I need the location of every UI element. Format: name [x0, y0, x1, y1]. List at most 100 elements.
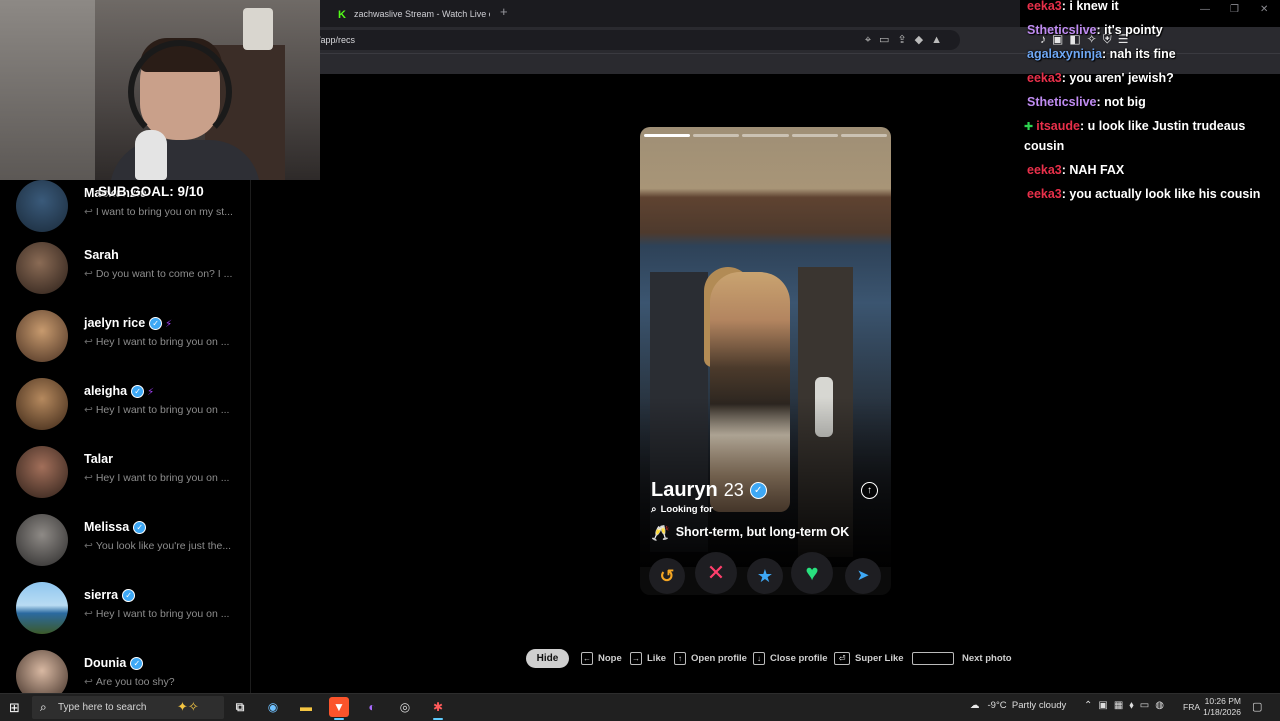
right-arrow-key-icon: →	[630, 651, 642, 665]
looking-for-label-text: Looking for	[660, 504, 713, 515]
chat-message: Stheticslive: not big	[1027, 93, 1146, 112]
address-bar-icons[interactable]: ⌖▭⇪◆▲	[865, 30, 950, 50]
profile-age: 23	[723, 480, 744, 500]
match-item[interactable]: Talar ↩ Hey I want to bring you on ...	[16, 446, 246, 514]
shortcut-close-profile-label: Close profile	[770, 653, 828, 664]
nope-button[interactable]: ✕	[695, 552, 737, 594]
app-icon[interactable]: ✱	[428, 697, 448, 720]
match-name-text: Dounia	[84, 656, 127, 670]
match-message: ↩ Hey I want to bring you on ...	[84, 472, 244, 484]
weather-cloud-icon: ☁	[970, 700, 980, 711]
browser-tab[interactable]: Kzachwaslive Stream - Watch Live on K	[332, 4, 490, 24]
match-name: sierra ✓	[84, 588, 136, 603]
photo-progress-segment[interactable]	[693, 134, 740, 137]
match-message-text: Hey I want to bring you on ...	[95, 404, 230, 416]
minimize-icon[interactable]: —	[1200, 4, 1210, 15]
headset-icon	[128, 40, 232, 144]
match-item[interactable]: Sarah ↩ Do you want to come on? I ...	[16, 242, 246, 310]
obs-icon[interactable]: ◎	[395, 697, 415, 717]
space-key-icon	[912, 651, 954, 665]
new-tab-button[interactable]: +	[500, 4, 508, 19]
photo-progress-segment[interactable]	[791, 134, 838, 137]
chat-message: eeka3: i knew it	[1027, 0, 1119, 16]
reply-icon: ↩	[84, 268, 93, 280]
language-indicator[interactable]: FRA	[1183, 702, 1200, 712]
match-item[interactable]: sierra ✓ ↩ Hey I want to bring you on ...	[16, 582, 246, 650]
enter-key-icon: ⏎	[834, 651, 850, 665]
super-like-button[interactable]: ★	[747, 558, 783, 594]
match-message: ↩ Are you too shy?	[84, 676, 244, 688]
search-icon: ⌕	[40, 700, 47, 714]
profile-card[interactable]: Lauryn 23 ✓ ↑ ⌕ Looking for 🥂 Short-term, bu…	[640, 127, 891, 595]
weather-temp: -9°C	[987, 700, 1007, 711]
taskbar: ⊞ ⌕ Type here to search ✦✧ ⧉ ◉ ▬ ▼ ◐ ◎ ✱…	[0, 693, 1280, 721]
brave-browser-icon[interactable]: ▼	[329, 697, 349, 720]
verified-icon: ✓	[130, 657, 144, 671]
avatar	[16, 310, 68, 362]
chat-text: : not big	[1096, 95, 1146, 109]
chat-text: : you actually look like his cousin	[1061, 187, 1261, 201]
chat-message: Stheticslive: it's pointy	[1027, 21, 1163, 40]
maximize-icon[interactable]: ❐	[1230, 4, 1239, 15]
boost-button[interactable]: ➤	[845, 558, 881, 594]
match-message: ↩ I want to bring you on my st...	[84, 206, 244, 218]
match-message: ↩ Hey I want to bring you on ...	[84, 404, 244, 416]
system-tray-icons[interactable]: ⌃▣▦⬧▭◍	[1084, 700, 1170, 711]
match-message: ↩ Hey I want to bring you on ...	[84, 336, 244, 348]
clock-date: 1/18/2026	[1203, 707, 1241, 717]
reply-icon: ↩	[84, 608, 93, 620]
rewind-button[interactable]: ↺	[649, 558, 685, 594]
match-item[interactable]: aleigha ✓ ⚡ ↩ Hey I want to bring you on ..…	[16, 378, 246, 446]
microphone-icon	[135, 130, 167, 180]
shortcut-next-photo: Next photo	[912, 649, 1012, 668]
hide-shortcuts-button[interactable]: Hide	[526, 649, 569, 668]
notification-icon[interactable]: ▢	[1252, 700, 1262, 713]
search-placeholder: Type here to search	[58, 702, 147, 713]
chat-text: : nah its fine	[1102, 47, 1176, 61]
boost-icon: ⚡	[147, 387, 155, 398]
match-item[interactable]: jaelyn rice ✓ ⚡ ↩ Hey I want to bring you o…	[16, 310, 246, 378]
chat-message: ✚ itsaude: u look like Justin trudeaus co…	[1024, 117, 1269, 156]
copilot-icon[interactable]: ◉	[263, 697, 283, 717]
match-name: Sarah	[84, 248, 119, 262]
photo-progress-segment[interactable]	[840, 134, 888, 137]
match-message-text: Hey I want to bring you on ...	[95, 336, 230, 348]
swipe-actions: ↺ ✕ ★ ♥ ➤	[643, 552, 889, 597]
open-profile-arrow-icon[interactable]: ↑	[861, 482, 878, 499]
shortcut-next-photo-label: Next photo	[962, 653, 1012, 664]
photo-progress-bar	[644, 134, 888, 137]
boost-icon: ⚡	[165, 319, 173, 330]
weather-widget[interactable]: ☁ -9°C Partly cloudy	[970, 700, 1066, 711]
chat-username: agalaxyninja	[1027, 47, 1103, 61]
shortcut-super-like: ⏎ Super Like	[834, 649, 904, 668]
clock[interactable]: 10:26 PM 1/18/2026	[1203, 696, 1241, 718]
tab-title: zachwaslive Stream - Watch Live on K	[354, 9, 490, 19]
verified-icon: ✓	[149, 317, 163, 331]
photo-progress-segment[interactable]	[742, 134, 789, 137]
chat-text: : it's pointy	[1096, 23, 1163, 37]
profile-name-text: Lauryn	[651, 479, 718, 501]
reply-icon: ↩	[84, 540, 93, 552]
chat-text: : you aren' jewish?	[1061, 71, 1174, 85]
chat-message: eeka3: you actually look like his cousin	[1027, 185, 1260, 204]
shortcut-like: → Like	[630, 649, 666, 668]
close-window-icon[interactable]: ✕	[1260, 4, 1268, 15]
webcam-bottle	[243, 8, 273, 50]
windows-start-icon[interactable]: ⊞	[9, 700, 20, 716]
like-button[interactable]: ♥	[791, 552, 833, 594]
up-arrow-key-icon: ↑	[674, 651, 686, 665]
chat-username: eeka3	[1027, 0, 1062, 13]
avatar	[16, 378, 68, 430]
match-item[interactable]: Melissa ✓ ↩ You look like you're just the.…	[16, 514, 246, 582]
photo-progress-segment[interactable]	[644, 134, 691, 137]
taskbar-search[interactable]: ⌕ Type here to search ✦✧	[32, 696, 224, 719]
champagne-icon: 🥂	[651, 525, 670, 542]
file-explorer-icon[interactable]: ▬	[296, 697, 316, 717]
chat-username: eeka3	[1027, 163, 1062, 177]
app-icon[interactable]: ◐	[362, 697, 382, 717]
verified-icon: ✓	[133, 521, 147, 535]
address-bar[interactable]: /app/recs ⌖▭⇪◆▲	[310, 30, 960, 50]
avatar	[16, 446, 68, 498]
shortcut-open-profile-label: Open profile	[691, 653, 747, 664]
task-view-icon[interactable]: ⧉	[230, 697, 250, 717]
